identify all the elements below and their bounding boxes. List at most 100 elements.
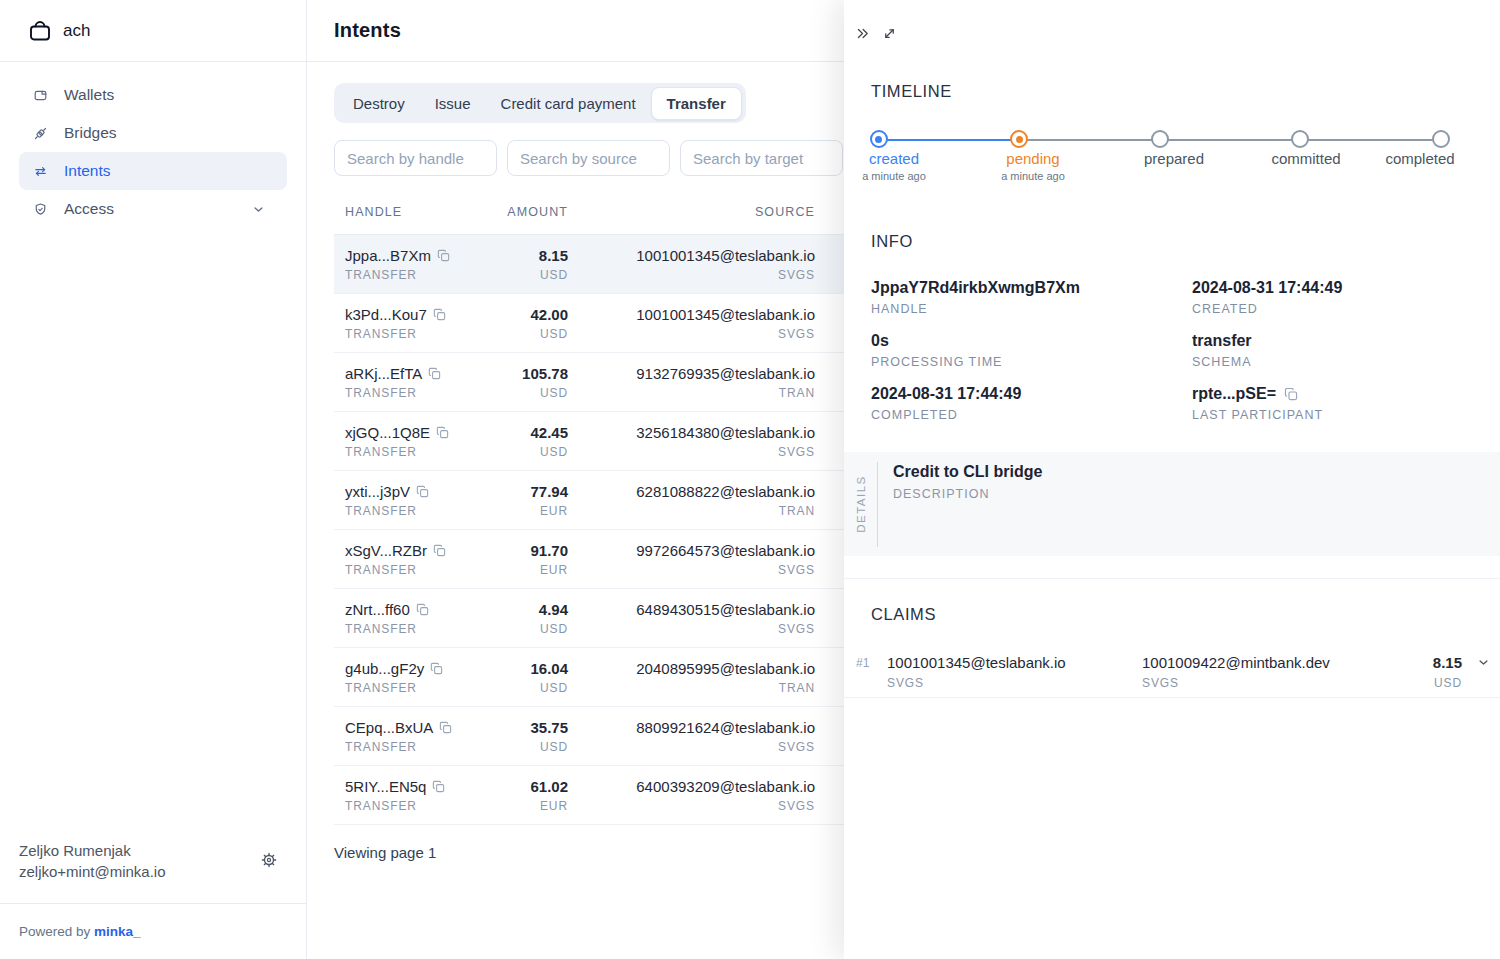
timeline-step-dot-created bbox=[870, 130, 888, 148]
copy-icon[interactable] bbox=[436, 426, 449, 439]
intent-source: 6400393209@teslabank.io bbox=[568, 777, 815, 796]
claim-amount: 8.15 bbox=[1433, 653, 1462, 672]
section-divider bbox=[844, 578, 1500, 579]
column-amount: AMOUNT bbox=[485, 205, 568, 219]
intent-source-symbol: SVGS bbox=[568, 622, 815, 637]
intent-source-symbol: TRAN bbox=[568, 504, 815, 519]
copy-icon[interactable] bbox=[416, 603, 429, 616]
intent-source: 2040895995@teslabank.io bbox=[568, 659, 815, 678]
intent-handle: aRKj...EfTA bbox=[345, 364, 422, 383]
info-value: 2024-08-31 17:44:49 bbox=[1192, 278, 1342, 298]
intent-handle: zNrt...ff60 bbox=[345, 600, 410, 619]
intent-amount: 61.02 bbox=[485, 777, 568, 796]
tab-transfer[interactable]: Transfer bbox=[651, 87, 742, 120]
sidebar-item-access[interactable]: Access bbox=[19, 190, 287, 228]
sidebar: ach WalletsBridgesIntents Access Zeljko R… bbox=[0, 0, 307, 959]
user-name: Zeljko Rumenjak bbox=[19, 840, 278, 861]
intent-type: TRANSFER bbox=[345, 386, 485, 401]
intent-source-symbol: SVGS bbox=[568, 740, 815, 755]
intent-amount: 16.04 bbox=[485, 659, 568, 678]
copy-icon[interactable] bbox=[428, 367, 441, 380]
info-title: INFO bbox=[871, 232, 913, 251]
intent-source-symbol: SVGS bbox=[568, 327, 815, 342]
intent-currency: EUR bbox=[485, 504, 568, 519]
brand: ach bbox=[0, 0, 306, 62]
info-field: 0sPROCESSING TIME bbox=[871, 331, 1002, 369]
copy-icon[interactable] bbox=[1284, 387, 1298, 401]
tab-credit-card-payment[interactable]: Credit card payment bbox=[486, 88, 651, 119]
intent-type: TRANSFER bbox=[345, 445, 485, 460]
intent-amount: 77.94 bbox=[485, 482, 568, 501]
user-email: zeljko+mint@minka.io bbox=[19, 861, 278, 882]
intent-amount: 42.45 bbox=[485, 423, 568, 442]
copy-icon[interactable] bbox=[430, 662, 443, 675]
info-field: transferSCHEMA bbox=[1192, 331, 1252, 369]
copy-icon[interactable] bbox=[437, 249, 450, 262]
tab-destroy[interactable]: Destroy bbox=[338, 88, 420, 119]
intent-source-symbol: TRAN bbox=[568, 386, 815, 401]
sidebar-item-bridges[interactable]: Bridges bbox=[19, 114, 287, 152]
claim-currency: USD bbox=[1433, 676, 1462, 690]
info-label: HANDLE bbox=[871, 302, 1080, 316]
timeline-step-dot-committed bbox=[1291, 130, 1309, 148]
collapse-panel-icon[interactable] bbox=[855, 26, 870, 41]
search-by-source-input[interactable] bbox=[507, 140, 670, 176]
info-label: COMPLETED bbox=[871, 408, 1021, 422]
info-value: rpte...pSE= bbox=[1192, 384, 1323, 404]
intent-source-symbol: TRAN bbox=[568, 681, 815, 696]
intent-amount: 8.15 bbox=[485, 246, 568, 265]
intent-source: 3256184380@teslabank.io bbox=[568, 423, 815, 442]
intent-handle: yxti...j3pV bbox=[345, 482, 410, 501]
timeline-step-dot-completed bbox=[1432, 130, 1450, 148]
intent-amount: 105.78 bbox=[485, 364, 568, 383]
search-by-target-input[interactable] bbox=[680, 140, 843, 176]
copy-icon[interactable] bbox=[432, 780, 445, 793]
timeline-step-time: a minute ago bbox=[862, 170, 926, 182]
sidebar-item-intents[interactable]: Intents bbox=[19, 152, 287, 190]
sidebar-item-label: Access bbox=[64, 200, 114, 218]
copy-icon[interactable] bbox=[416, 485, 429, 498]
intent-handle: xjGQ...1Q8E bbox=[345, 423, 430, 442]
intent-currency: USD bbox=[485, 622, 568, 637]
intent-handle: CEpq...BxUA bbox=[345, 718, 433, 737]
intent-type: TRANSFER bbox=[345, 681, 485, 696]
app: ach WalletsBridgesIntentsAccess Zeljko R… bbox=[0, 0, 1500, 959]
plug-icon bbox=[33, 126, 48, 141]
copy-icon[interactable] bbox=[439, 721, 452, 734]
chevron-down-icon bbox=[251, 202, 266, 217]
wallet-icon bbox=[33, 88, 48, 103]
claim-row[interactable]: #11001001345@teslabank.ioSVGS1001009422@… bbox=[844, 635, 1500, 698]
minka-link[interactable]: minka_ bbox=[94, 924, 141, 939]
intent-currency: EUR bbox=[485, 563, 568, 578]
search-by-handle-input[interactable] bbox=[334, 140, 497, 176]
sidebar-item-wallets[interactable]: Wallets bbox=[19, 76, 287, 114]
info-value: JppaY7Rd4irkbXwmgB7Xm bbox=[871, 278, 1080, 298]
chevron-down-icon[interactable] bbox=[1476, 655, 1491, 670]
page-title: Intents bbox=[334, 19, 401, 42]
timeline-step-dot-pending bbox=[1010, 130, 1028, 148]
claims-title: CLAIMS bbox=[871, 605, 936, 624]
intent-type: TRANSFER bbox=[345, 563, 485, 578]
info-label: PROCESSING TIME bbox=[871, 355, 1002, 369]
intent-currency: USD bbox=[485, 681, 568, 696]
swap-arrows-icon bbox=[33, 164, 48, 179]
intent-type: TRANSFER bbox=[345, 740, 485, 755]
intent-source: 9132769935@teslabank.io bbox=[568, 364, 815, 383]
expand-panel-icon[interactable] bbox=[882, 26, 897, 41]
copy-icon[interactable] bbox=[433, 544, 446, 557]
info-label: CREATED bbox=[1192, 302, 1342, 316]
copy-icon[interactable] bbox=[433, 308, 446, 321]
gear-icon[interactable] bbox=[260, 851, 278, 869]
timeline-step-label: created bbox=[869, 150, 919, 167]
intent-amount: 91.70 bbox=[485, 541, 568, 560]
intent-source-symbol: SVGS bbox=[568, 268, 815, 283]
description-label: DESCRIPTION bbox=[893, 487, 1042, 501]
info-value: 2024-08-31 17:44:49 bbox=[871, 384, 1021, 404]
claim-source-symbol: SVGS bbox=[887, 676, 1066, 690]
tab-issue[interactable]: Issue bbox=[420, 88, 486, 119]
details-side-label: DETAILS bbox=[855, 475, 867, 533]
intent-amount: 4.94 bbox=[485, 600, 568, 619]
intent-type: TRANSFER bbox=[345, 504, 485, 519]
intent-source: 6489430515@teslabank.io bbox=[568, 600, 815, 619]
intent-source: 6281088822@teslabank.io bbox=[568, 482, 815, 501]
